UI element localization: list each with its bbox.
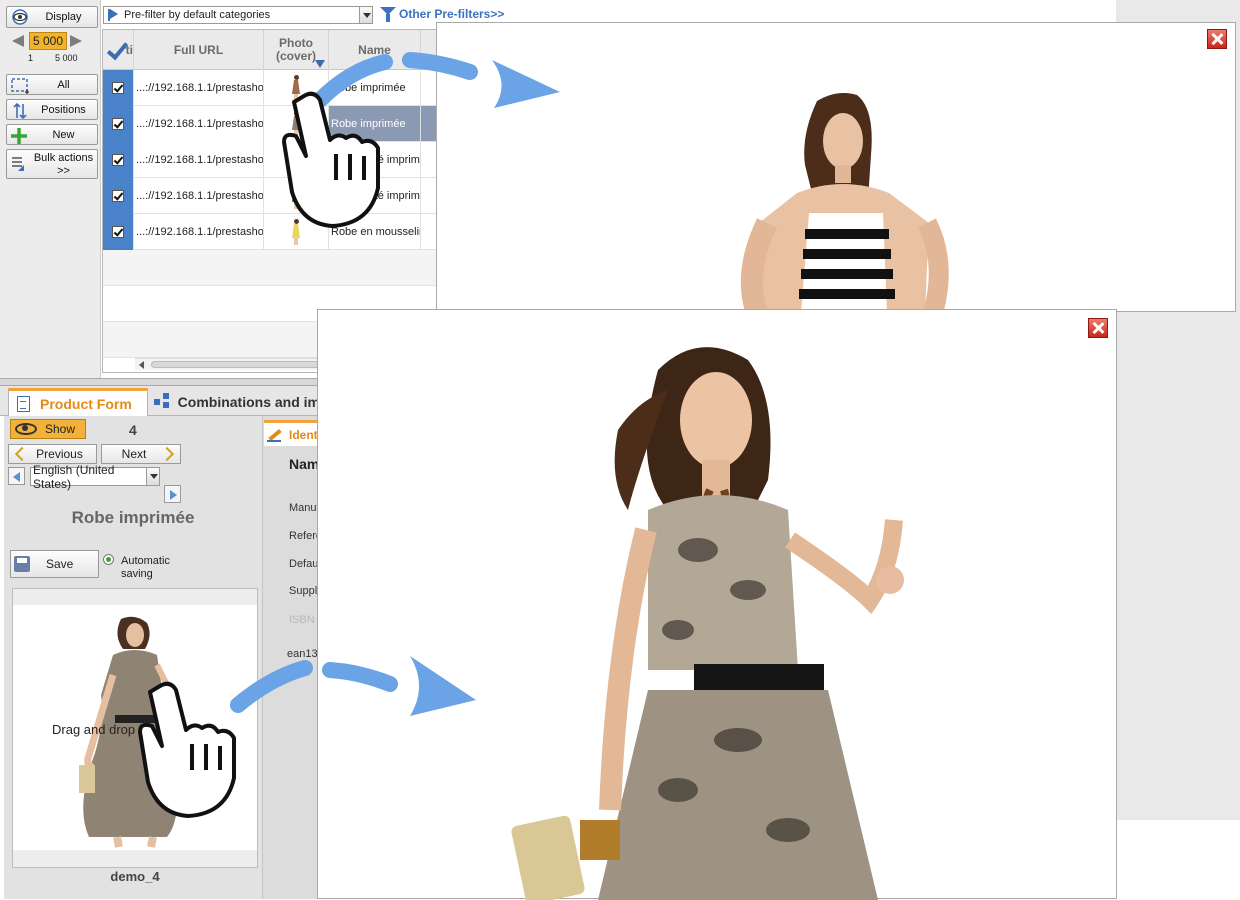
hand-cursor-icon	[138, 681, 236, 818]
drag-arrow-top-icon	[312, 52, 560, 108]
annotation-overlay	[138, 52, 560, 818]
drag-arrow-bottom-icon	[230, 656, 476, 716]
hand-cursor-icon	[282, 91, 380, 228]
